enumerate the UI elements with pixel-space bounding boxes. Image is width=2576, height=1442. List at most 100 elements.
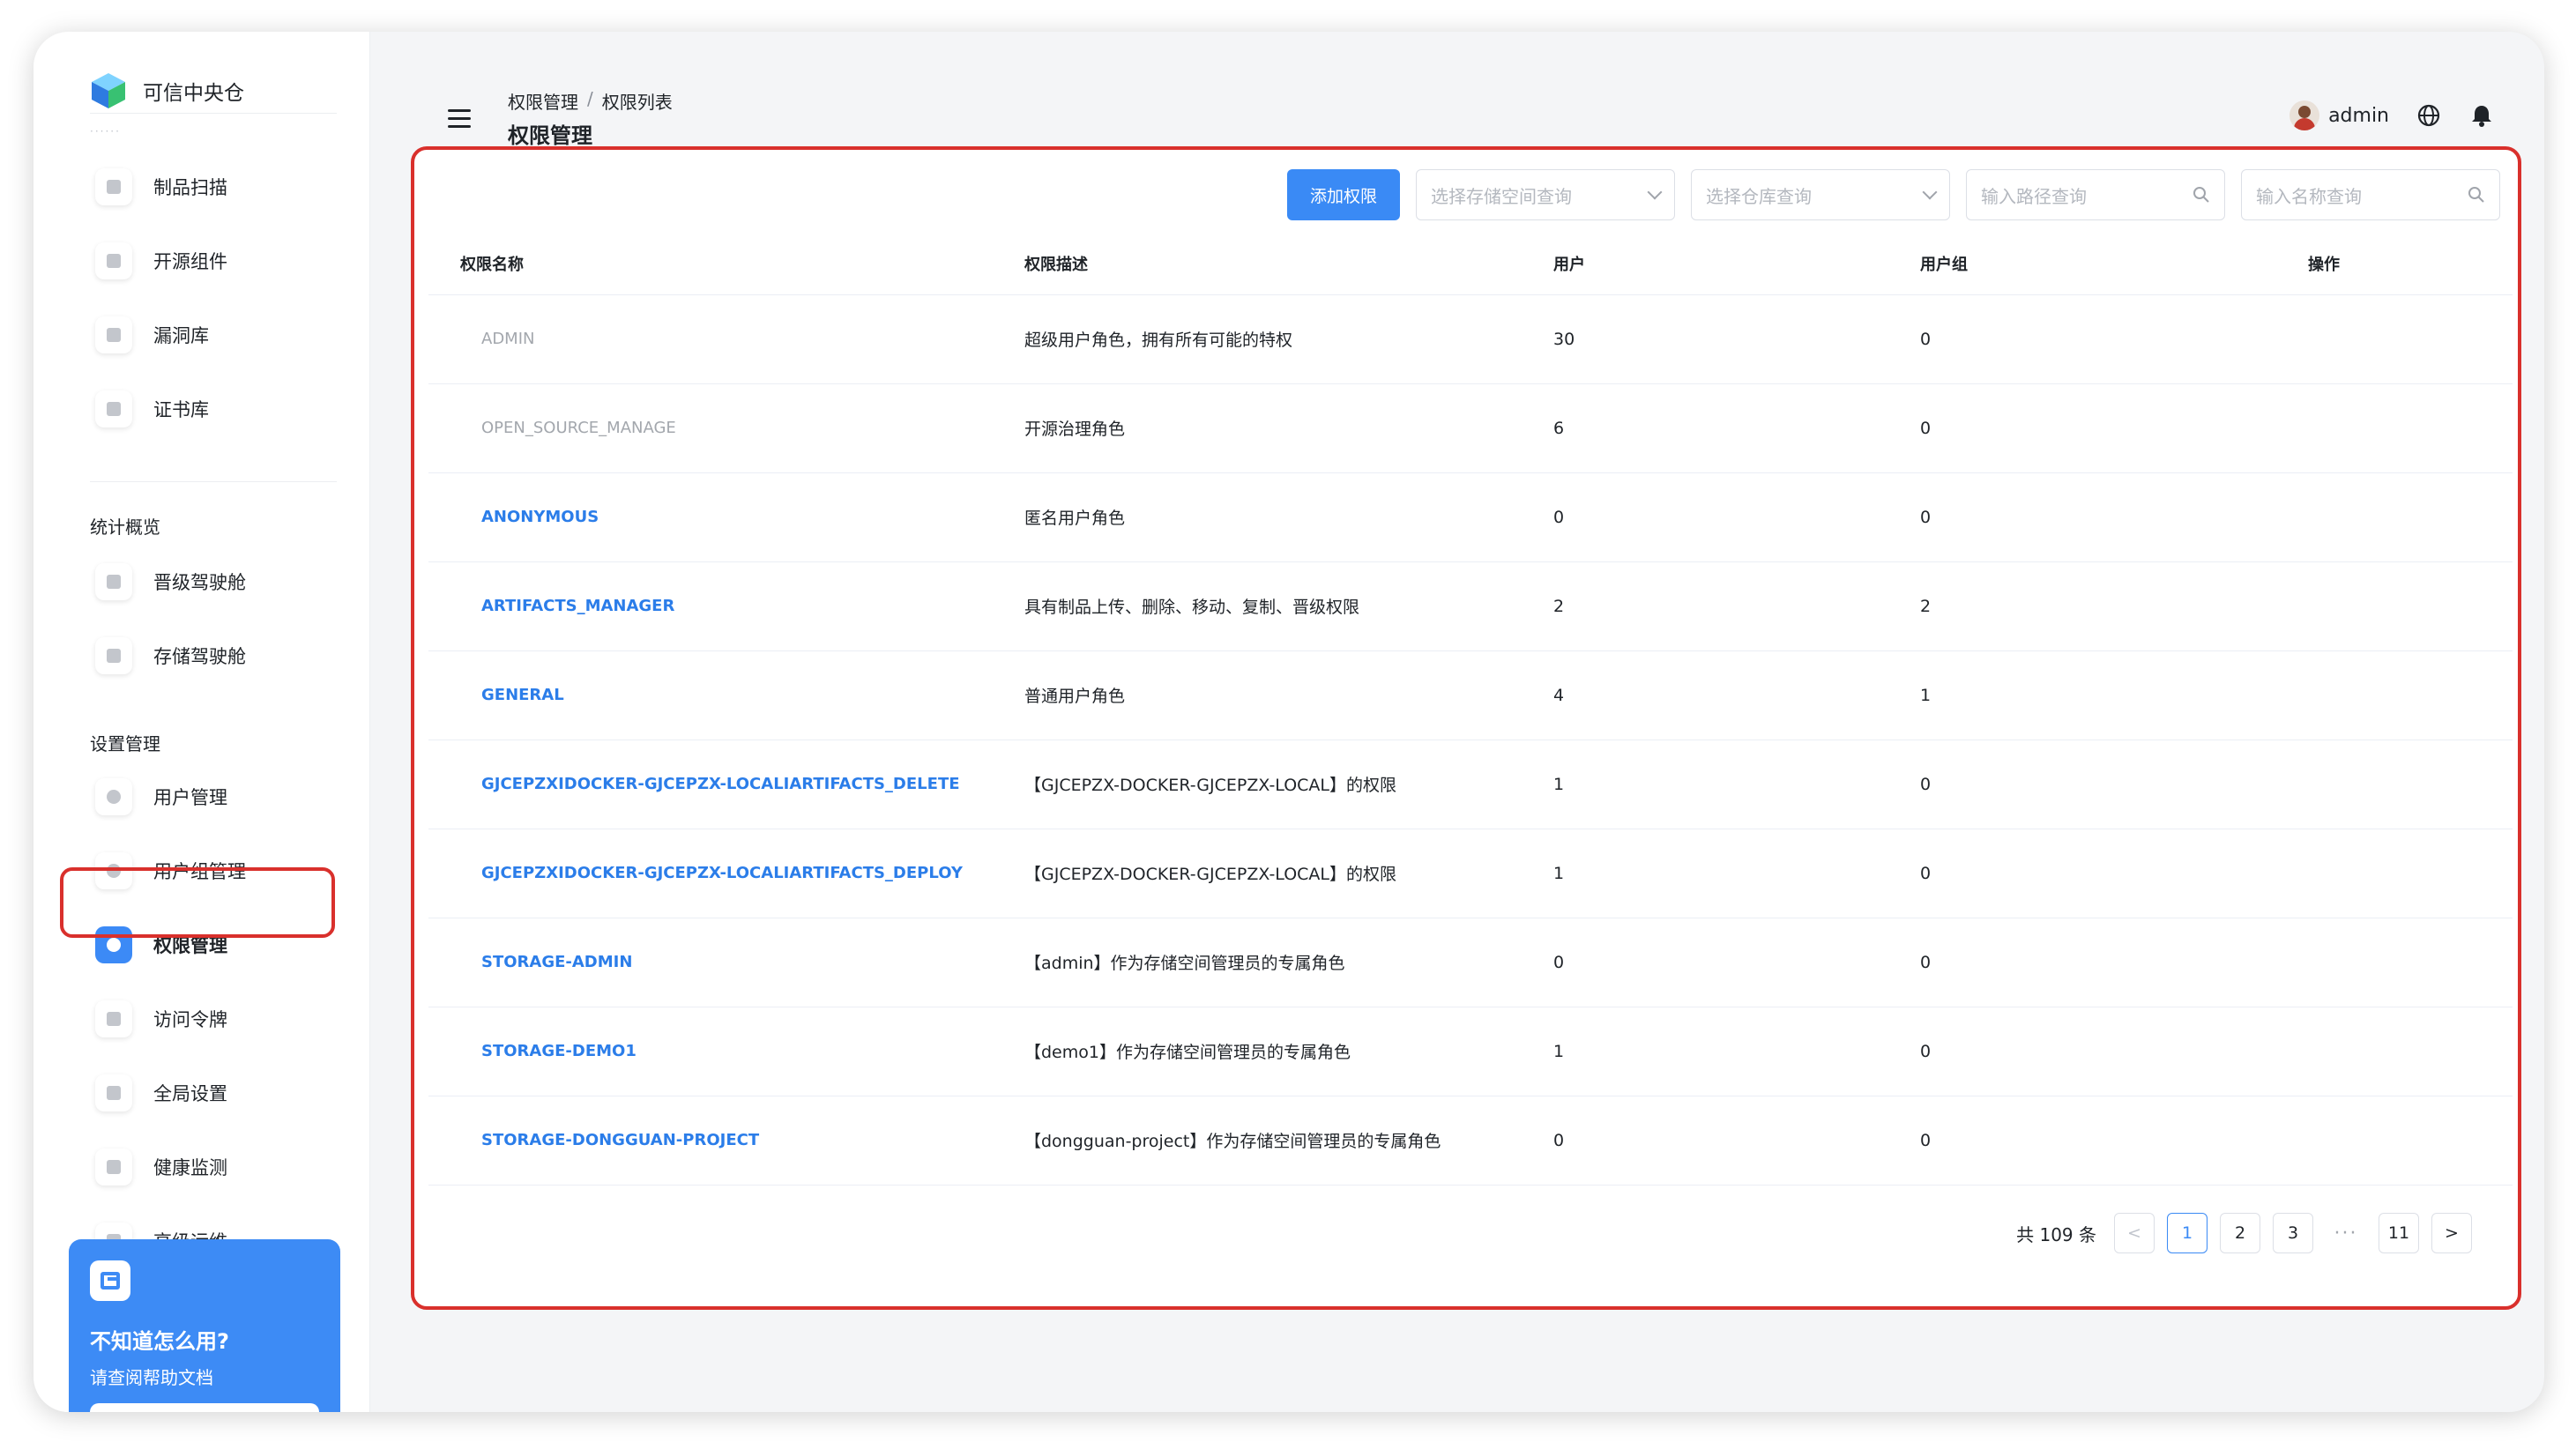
cube-logo-icon — [92, 73, 125, 108]
breadcrumb-item[interactable]: 权限管理 — [508, 88, 578, 114]
prev-page-button[interactable]: < — [2114, 1213, 2155, 1253]
name-search-input[interactable]: 输入名称查询 — [2241, 169, 2500, 220]
sidebar-item-label: 全局设置 — [153, 1083, 227, 1104]
divider — [90, 481, 337, 482]
globe-icon[interactable] — [2416, 102, 2442, 129]
row-actions — [2276, 383, 2513, 473]
sidebar-item-label: 存储驾驶舱 — [153, 646, 246, 667]
sidebar-item-users[interactable]: 用户管理 — [88, 770, 335, 823]
scan-icon — [95, 168, 132, 205]
permission-description: 【GJCEPZX-DOCKER-GJCEPZX-LOCAL】的权限 — [993, 740, 1522, 829]
row-actions — [2276, 1007, 2513, 1096]
permission-name[interactable]: STORAGE-DONGGUAN-PROJECT — [428, 1096, 993, 1186]
table-row: STORAGE-ADMIN 【admin】作为存储空间管理员的专属角色 0 0 — [428, 918, 2513, 1007]
permission-name[interactable]: STORAGE-DEMO1 — [428, 1007, 993, 1096]
chevron-down-icon — [1922, 184, 1938, 200]
row-actions — [2276, 1096, 2513, 1186]
sidebar-item-certificate[interactable]: 证书库 — [88, 383, 335, 435]
sidebar-item-permissions[interactable]: 权限管理 — [88, 918, 335, 971]
help-docs-button[interactable] — [90, 1403, 319, 1412]
row-actions — [2276, 829, 2513, 918]
group-count: 1 — [1888, 650, 2276, 740]
shield-icon — [95, 926, 132, 963]
user-count: 4 — [1522, 650, 1888, 740]
permission-name[interactable]: GENERAL — [428, 650, 993, 740]
table-row: STORAGE-DEMO1 【demo1】作为存储空间管理员的专属角色 1 0 — [428, 1007, 2513, 1096]
document-icon — [95, 390, 132, 427]
brand[interactable]: 可信中央仓 — [90, 51, 244, 130]
table-row: GJCEPZXIDOCKER-GJCEPZX-LOCALIARTIFACTS_D… — [428, 740, 2513, 829]
user-name: admin — [2328, 104, 2389, 127]
list-icon — [95, 242, 132, 279]
wrench-icon — [95, 1074, 132, 1111]
permission-description: 具有制品上传、删除、移动、复制、晋级权限 — [993, 561, 1522, 651]
row-actions — [2276, 472, 2513, 562]
menu-toggle-icon[interactable] — [448, 109, 471, 129]
sidebar-item-open-source[interactable]: 开源组件 — [88, 234, 335, 287]
column-header-description: 权限描述 — [993, 233, 1522, 295]
repo-select[interactable]: 选择仓库查询 — [1691, 169, 1950, 220]
sidebar-item-health[interactable]: 健康监测 — [88, 1141, 335, 1193]
sidebar-item-label: 证书库 — [153, 399, 209, 420]
chart-icon — [95, 1148, 132, 1186]
sidebar-item-promotion-cockpit[interactable]: 晋级驾驶舱 — [88, 555, 335, 608]
user-count: 1 — [1522, 740, 1888, 829]
next-page-button[interactable]: > — [2431, 1213, 2472, 1253]
sidebar-item-user-groups[interactable]: 用户组管理 — [88, 844, 335, 897]
sidebar-item-global-settings[interactable]: 全局设置 — [88, 1067, 335, 1119]
add-permission-button[interactable]: 添加权限 — [1286, 169, 1400, 220]
permission-name[interactable]: GJCEPZXIDOCKER-GJCEPZX-LOCALIARTIFACTS_D… — [428, 740, 993, 829]
user-count: 6 — [1522, 383, 1888, 473]
permissions-card: 添加权限 选择存储空间查询 选择仓库查询 输入路径查询 输入名称查询 权限名称 … — [411, 146, 2521, 1310]
sidebar-item-label: 晋级驾驶舱 — [153, 572, 246, 593]
row-actions — [2276, 918, 2513, 1007]
permission-description: 超级用户角色，拥有所有可能的特权 — [993, 294, 1522, 384]
group-count: 0 — [1888, 740, 2276, 829]
permission-name[interactable]: STORAGE-ADMIN — [428, 918, 993, 1007]
sidebar-item-access-tokens[interactable]: 访问令牌 — [88, 992, 335, 1045]
permission-description: 【dongguan-project】作为存储空间管理员的专属角色 — [993, 1096, 1522, 1186]
permission-description: 普通用户角色 — [993, 650, 1522, 740]
sidebar-item-label: 访问令牌 — [153, 1009, 227, 1030]
divider — [90, 113, 337, 114]
brand-name: 可信中央仓 — [143, 82, 244, 105]
path-search-input[interactable]: 输入路径查询 — [1966, 169, 2225, 220]
name-search-placeholder: 输入名称查询 — [2256, 185, 2362, 207]
lock-icon — [95, 1000, 132, 1037]
sidebar-item-storage-cockpit[interactable]: 存储驾驶舱 — [88, 629, 335, 682]
table-row: ANONYMOUS 匿名用户角色 0 0 — [428, 472, 2513, 562]
permission-description: 开源治理角色 — [993, 383, 1522, 473]
page-button-1[interactable]: 1 — [2167, 1213, 2207, 1253]
storage-select[interactable]: 选择存储空间查询 — [1416, 169, 1675, 220]
pagination-ellipsis[interactable]: ··· — [2326, 1223, 2366, 1245]
table-header-row: 权限名称 权限描述 用户 用户组 操作 — [428, 233, 2513, 295]
sidebar-item-label: 用户管理 — [153, 787, 227, 808]
bell-icon[interactable] — [2468, 102, 2495, 129]
avatar — [2289, 100, 2320, 130]
page-button-3[interactable]: 3 — [2273, 1213, 2313, 1253]
sidebar-item-vulnerability[interactable]: 漏洞库 — [88, 308, 335, 361]
page-button-last[interactable]: 11 — [2379, 1213, 2419, 1253]
search-icon — [2193, 187, 2209, 203]
table-row: STORAGE-DONGGUAN-PROJECT 【dongguan-projec… — [428, 1096, 2513, 1186]
row-actions — [2276, 740, 2513, 829]
group-count: 0 — [1888, 383, 2276, 473]
permission-name[interactable]: ANONYMOUS — [428, 472, 993, 562]
breadcrumb: 权限管理 / 权限列表 — [508, 88, 673, 114]
user-menu[interactable]: admin — [2289, 100, 2389, 130]
permission-description: 【admin】作为存储空间管理员的专属角色 — [993, 918, 1522, 1007]
permission-name: ADMIN — [428, 294, 993, 384]
row-actions — [2276, 650, 2513, 740]
group-count: 0 — [1888, 1007, 2276, 1096]
permission-name[interactable]: ARTIFACTS_MANAGER — [428, 561, 993, 651]
column-header-name: 权限名称 — [428, 233, 993, 295]
page-button-2[interactable]: 2 — [2220, 1213, 2260, 1253]
permission-name[interactable]: GJCEPZXIDOCKER-GJCEPZX-LOCALIARTIFACTS_D… — [428, 829, 993, 918]
user-count: 30 — [1522, 294, 1888, 384]
group-count: 0 — [1888, 472, 2276, 562]
user-count: 0 — [1522, 1096, 1888, 1186]
sidebar-item-artifact-scan[interactable]: 制品扫描 — [88, 160, 335, 213]
row-actions — [2276, 561, 2513, 651]
group-count: 0 — [1888, 829, 2276, 918]
layout-icon — [90, 1260, 130, 1301]
